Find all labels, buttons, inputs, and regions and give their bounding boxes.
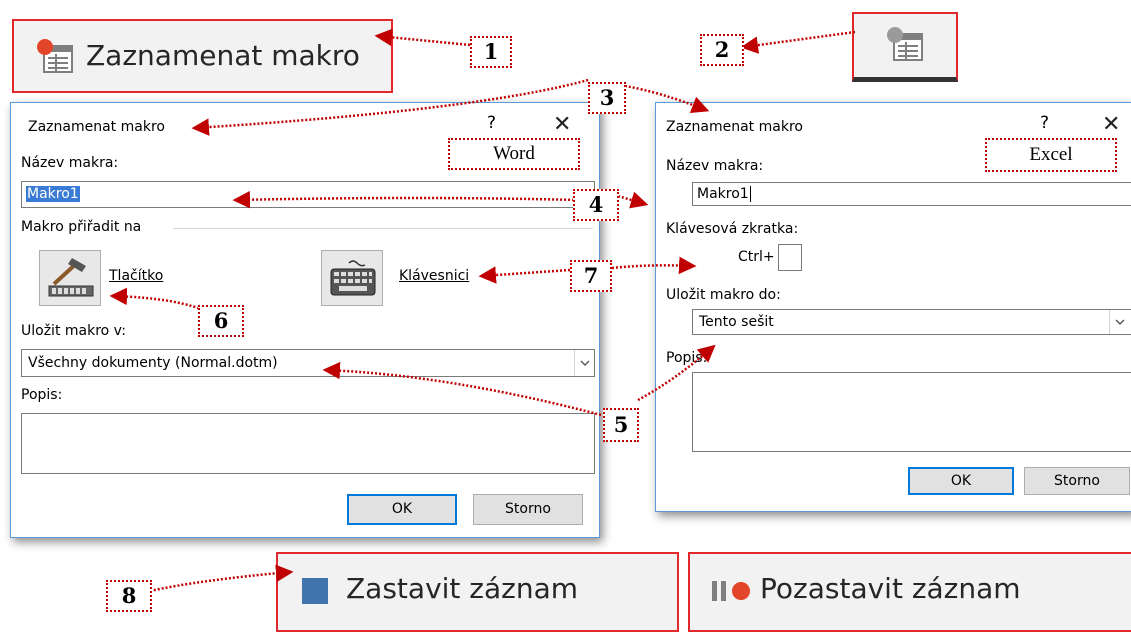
macro-name-input[interactable]: Makro1 <box>692 182 1131 206</box>
hammer-toolbar-icon <box>46 256 96 306</box>
help-button[interactable]: ? <box>1040 113 1049 133</box>
record-macro-label: Zaznamenat makro <box>86 39 360 72</box>
callout-6: 6 <box>198 305 244 337</box>
description-input[interactable] <box>692 372 1131 452</box>
chevron-down-icon[interactable] <box>574 350 594 376</box>
word-tag: Word <box>448 138 580 170</box>
callout-8: 8 <box>106 580 152 612</box>
description-label: Popis: <box>21 387 63 403</box>
ok-button[interactable]: OK <box>908 467 1014 495</box>
ok-button[interactable]: OK <box>347 494 457 525</box>
description-label: Popis: <box>666 350 708 366</box>
chevron-down-icon[interactable] <box>1109 310 1129 334</box>
store-macro-value: Tento sešit <box>699 314 774 330</box>
help-button[interactable]: ? <box>487 113 496 133</box>
store-macro-label: Uložit makro do: <box>666 287 781 303</box>
close-icon[interactable]: ✕ <box>1102 114 1120 136</box>
assign-to-button-label: Tlačítko <box>109 268 164 284</box>
assign-to-button[interactable] <box>39 250 101 306</box>
stop-recording-label: Zastavit záznam <box>346 572 579 605</box>
callout-3: 3 <box>588 82 626 114</box>
ctrl-label: Ctrl+ <box>738 249 775 265</box>
callout-4: 4 <box>573 189 619 221</box>
record-macro-button[interactable]: Zaznamenat makro <box>12 19 393 93</box>
macro-name-input[interactable]: Makro1 <box>21 181 595 208</box>
assign-to-keyboard[interactable] <box>321 250 383 306</box>
description-input[interactable] <box>21 413 595 474</box>
macro-name-value: Makro1 <box>697 186 749 202</box>
callout-2: 2 <box>700 34 744 66</box>
record-macro-icon <box>36 38 74 78</box>
stop-icon <box>302 578 328 604</box>
dialog-title: Zaznamenat makro <box>666 119 803 135</box>
assign-separator <box>173 228 593 229</box>
callout-5: 5 <box>603 408 639 442</box>
shortcut-label: Klávesová zkratka: <box>666 221 799 237</box>
record-macro-button-small[interactable] <box>852 12 958 82</box>
macro-name-label: Název makra: <box>21 155 119 171</box>
assign-macro-label: Makro přiřadit na <box>21 219 142 235</box>
cancel-button[interactable]: Storno <box>473 494 583 525</box>
callout-1: 1 <box>470 36 512 68</box>
pause-recording-button[interactable]: Pozastavit záznam <box>688 552 1131 632</box>
record-macro-icon <box>886 26 924 66</box>
keyboard-icon <box>329 259 377 303</box>
macro-name-value: Makro1 <box>26 186 80 202</box>
excel-tag: Excel <box>985 138 1117 172</box>
callout-7: 7 <box>570 260 612 292</box>
pause-record-icon <box>710 576 754 610</box>
store-macro-select[interactable]: Všechny dokumenty (Normal.dotm) <box>21 349 595 377</box>
stop-recording-button[interactable]: Zastavit záznam <box>276 552 679 632</box>
dialog-title: Zaznamenat makro <box>28 119 165 135</box>
store-macro-value: Všechny dokumenty (Normal.dotm) <box>28 355 278 371</box>
close-icon[interactable]: ✕ <box>553 114 571 136</box>
assign-to-keyboard-label: Klávesnici <box>399 268 470 284</box>
store-macro-select[interactable]: Tento sešit <box>692 309 1131 335</box>
pause-recording-label: Pozastavit záznam <box>760 572 1021 605</box>
macro-name-label: Název makra: <box>666 158 764 174</box>
cancel-button[interactable]: Storno <box>1024 467 1130 495</box>
store-macro-label: Uložit makro v: <box>21 323 126 339</box>
shortcut-key-input[interactable] <box>778 244 802 271</box>
